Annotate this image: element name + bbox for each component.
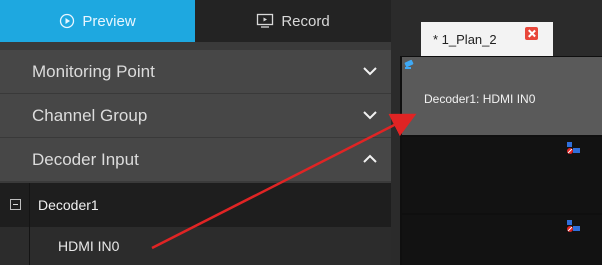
tree-node-hdmi-in0-label: HDMI IN0 xyxy=(58,238,120,254)
tab-record-label: Record xyxy=(281,12,330,30)
tab-record[interactable]: Record xyxy=(195,0,391,42)
accordion-channel-group-label: Channel Group xyxy=(32,105,148,125)
tab-preview[interactable]: Preview xyxy=(0,0,195,42)
grid-cell-1-label: Decoder1: HDMI IN0 xyxy=(424,92,536,106)
tree-node-hdmi-in0[interactable]: HDMI IN0 xyxy=(0,227,391,265)
tab-preview-label: Preview xyxy=(82,12,136,30)
chevron-down-icon xyxy=(361,62,379,85)
mode-tabs: Preview Record xyxy=(0,0,391,42)
tree-node-decoder-label: Decoder1 xyxy=(38,197,99,213)
accordion-channel-group[interactable]: Channel Group xyxy=(0,94,391,137)
accordion-monitoring-point[interactable]: Monitoring Point xyxy=(0,50,391,93)
minus-box-icon[interactable] xyxy=(10,199,21,210)
left-panel: Preview Record Monitoring Point Channel … xyxy=(0,0,391,265)
camera-icon xyxy=(403,58,417,76)
decoder-icon xyxy=(567,220,580,238)
play-circle-icon xyxy=(59,13,75,29)
tab-plan-label: * 1_Plan_2 xyxy=(433,31,497,47)
decoder-icon xyxy=(567,142,580,160)
grid-cell-3[interactable] xyxy=(402,215,602,265)
accordion-monitoring-point-label: Monitoring Point xyxy=(32,61,155,81)
monitor-icon xyxy=(256,13,274,29)
grid-cell-2[interactable] xyxy=(402,137,602,213)
chevron-down-icon xyxy=(361,106,379,129)
tree-line xyxy=(29,183,30,265)
accordion-decoder-input-label: Decoder Input xyxy=(32,149,139,169)
grid-cell-1[interactable]: Decoder1: HDMI IN0 xyxy=(402,57,602,135)
tree-node-decoder[interactable]: Decoder1 xyxy=(0,183,391,227)
close-icon[interactable] xyxy=(525,27,538,40)
chevron-up-icon xyxy=(361,150,379,173)
accordion-decoder-input[interactable]: Decoder Input xyxy=(0,138,391,181)
